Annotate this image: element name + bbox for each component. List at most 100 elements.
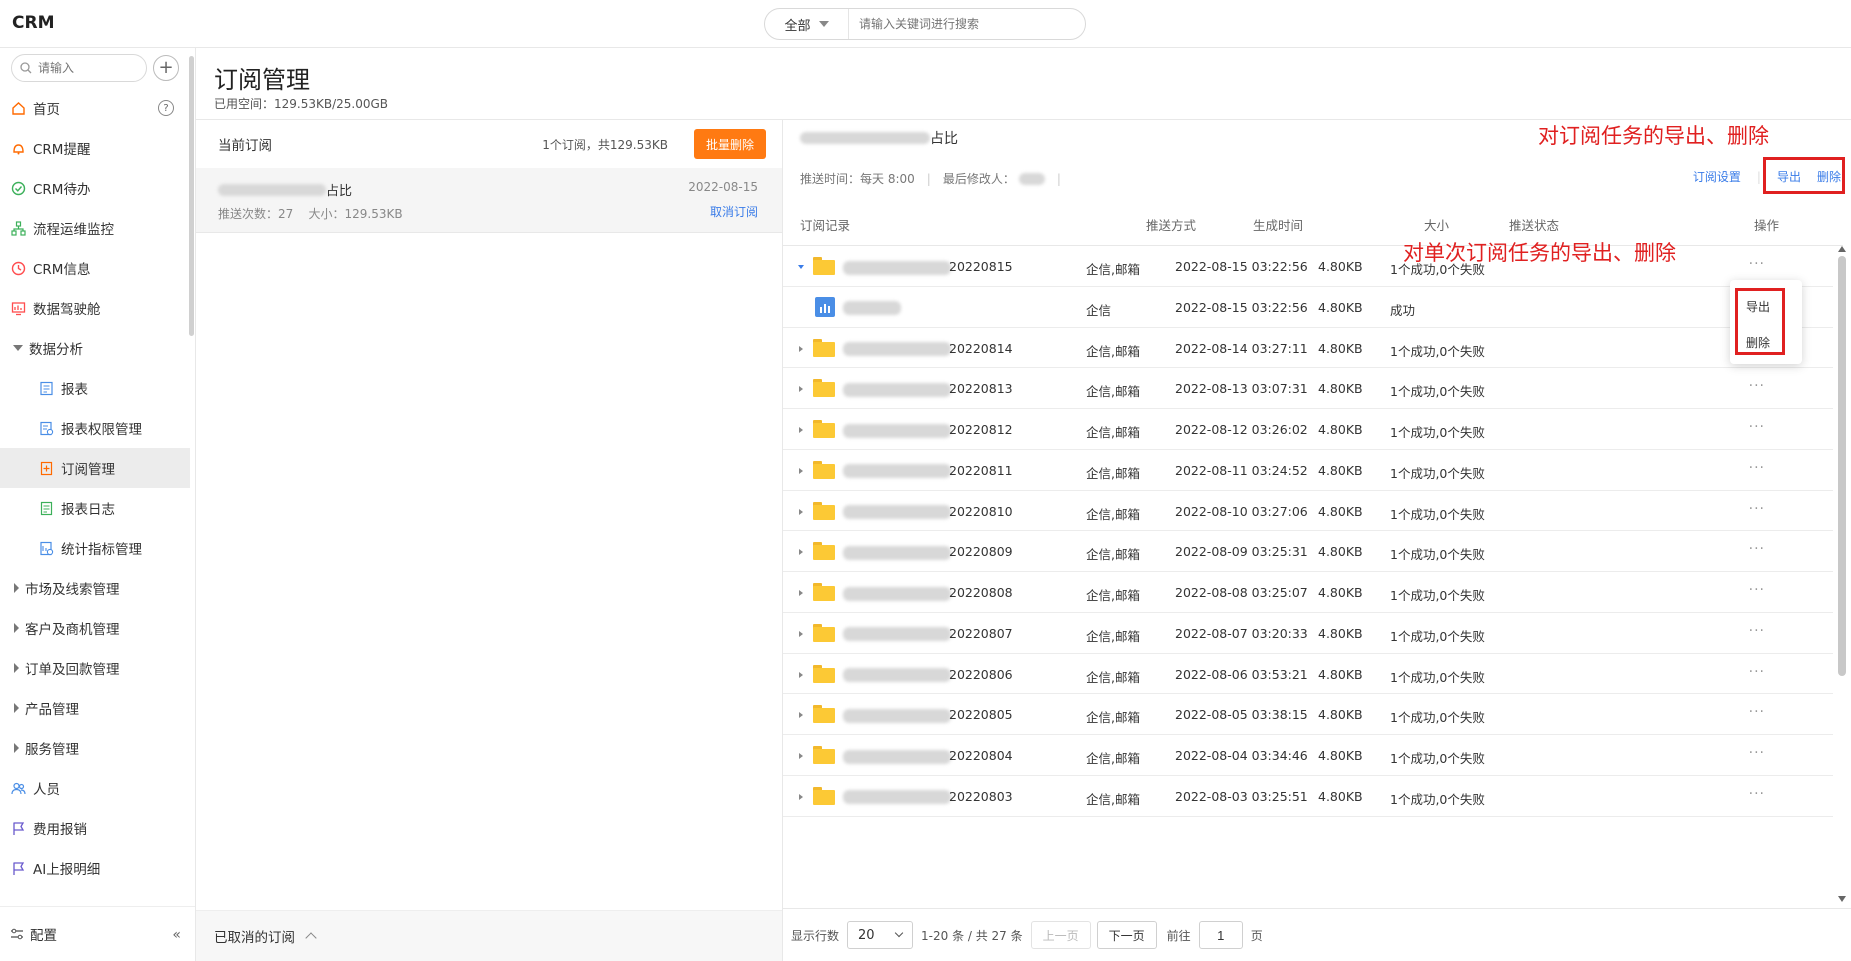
collapsed-arrow-icon[interactable] — [799, 590, 803, 596]
more-actions-icon[interactable]: ··· — [1749, 256, 1765, 272]
record-status: 1个成功,0个失败 — [1390, 710, 1485, 726]
search-scope-dropdown[interactable]: 全部 — [765, 9, 849, 39]
sidebar-item-20[interactable]: 积分激励明细 — [0, 888, 190, 898]
table-row[interactable]: 20220813 企信,邮箱 2022-08-13 03:07:31 4.80KB 1个… — [783, 368, 1833, 409]
more-actions-icon[interactable]: ··· — [1749, 582, 1765, 598]
table-row[interactable]: 20220806 企信,邮箱 2022-08-06 03:53:21 4.80KB 1个… — [783, 654, 1833, 695]
table-row[interactable]: 20220805 企信,邮箱 2022-08-05 03:38:15 4.80KB 1个… — [783, 694, 1833, 735]
more-actions-icon[interactable]: ··· — [1749, 786, 1765, 802]
sidebar-item-14[interactable]: 订单及回款管理 — [0, 648, 190, 688]
records-scrollbar[interactable] — [1835, 246, 1849, 908]
collapsed-arrow-icon[interactable] — [799, 508, 803, 515]
blurred-record-name — [843, 748, 951, 764]
subscription-card[interactable]: 占比 推送次数：27 大小：129.53KB 2022-08-15 取消订阅 — [196, 168, 782, 233]
cancelled-subscriptions-toggle[interactable]: 已取消的订阅 — [196, 910, 782, 961]
table-row[interactable]: 20220809 企信,邮箱 2022-08-09 03:25:31 4.80KB 1个… — [783, 531, 1833, 572]
sidebar-item-7[interactable]: 报表 — [0, 368, 190, 408]
next-page-button[interactable]: 下一页 — [1096, 921, 1157, 949]
sidebar-item-16[interactable]: 服务管理 — [0, 728, 190, 768]
sidebar-item-label: 服务管理 — [25, 742, 79, 758]
more-actions-icon[interactable]: ··· — [1749, 704, 1765, 720]
table-row[interactable]: 20220810 企信,邮箱 2022-08-10 03:27:06 4.80KB 1个… — [783, 491, 1833, 532]
collapsed-arrow-icon[interactable] — [799, 467, 803, 474]
sidebar-item-3[interactable]: 流程运维监控 — [0, 208, 190, 248]
sidebar-item-13[interactable]: 客户及商机管理 — [0, 608, 190, 648]
expanded-arrow-icon[interactable] — [798, 265, 804, 269]
record-status: 1个成功,0个失败 — [1390, 506, 1485, 522]
collapse-sidebar-icon[interactable]: « — [172, 927, 181, 943]
more-actions-icon[interactable]: ··· — [1749, 745, 1765, 761]
sidebar-item-5[interactable]: 数据驾驶舱 — [0, 288, 190, 328]
rows-per-page-select[interactable]: 20 — [847, 921, 914, 949]
sidebar-item-2[interactable]: CRM待办 — [0, 168, 190, 208]
scrollbar-thumb[interactable] — [1838, 256, 1846, 676]
goto-page-input[interactable] — [1198, 921, 1243, 949]
collapsed-arrow-icon[interactable] — [799, 386, 803, 393]
table-row[interactable]: 20220804 企信,邮箱 2022-08-04 03:34:46 4.80KB 1个… — [783, 735, 1833, 776]
add-button[interactable]: + — [153, 55, 179, 81]
blurred-record-name — [843, 707, 951, 723]
col-header-record: 订阅记录 — [800, 218, 851, 233]
sidebar-item-label: 人员 — [33, 782, 60, 798]
sidebar-item-label: 订阅管理 — [61, 462, 115, 478]
collapsed-arrow-icon[interactable] — [799, 427, 803, 433]
sidebar-item-8[interactable]: 报表权限管理 — [0, 408, 190, 448]
sidebar-item-10[interactable]: 报表日志 — [0, 488, 190, 528]
collapsed-arrow-icon[interactable] — [799, 345, 803, 352]
sidebar-item-1[interactable]: CRM提醒 — [0, 128, 190, 168]
more-actions-icon[interactable]: ··· — [1749, 501, 1765, 517]
record-method: 企信,邮箱 — [1086, 751, 1140, 766]
sidebar-item-6[interactable]: 数据分析 — [0, 328, 190, 368]
sidebar-item-19[interactable]: AI上报明细 — [0, 848, 190, 888]
collapsed-arrow-icon[interactable] — [799, 712, 803, 719]
sidebar-item-18[interactable]: 费用报销 — [0, 808, 190, 848]
collapsed-arrow-icon[interactable] — [799, 549, 803, 556]
help-icon[interactable]: ? — [158, 100, 174, 116]
search-input[interactable] — [849, 17, 1085, 31]
sidebar-item-17[interactable]: 人员 — [0, 768, 190, 808]
more-actions-icon[interactable]: ··· — [1749, 419, 1765, 435]
sidebar-item-12[interactable]: 市场及线索管理 — [0, 568, 190, 608]
sidebar-item-9[interactable]: 订阅管理 — [0, 448, 190, 488]
sidebar-search-input[interactable] — [38, 61, 138, 75]
table-row[interactable]: 20220811 企信,邮箱 2022-08-11 03:24:52 4.80KB 1个… — [783, 450, 1833, 491]
prev-page-button[interactable]: 上一页 — [1030, 921, 1091, 949]
more-actions-icon[interactable]: ··· — [1749, 460, 1765, 476]
record-status: 1个成功,0个失败 — [1390, 425, 1485, 440]
collapsed-arrow-icon — [14, 623, 19, 633]
scroll-up-icon[interactable] — [1838, 246, 1846, 252]
batch-delete-button[interactable]: 批量删除 — [694, 129, 766, 159]
record-status: 1个成功,0个失败 — [1390, 588, 1485, 603]
collapsed-arrow-icon[interactable] — [799, 793, 803, 800]
sidebar-footer-config[interactable]: 配置 « — [0, 906, 195, 961]
more-actions-icon[interactable]: ··· — [1749, 623, 1765, 639]
table-row[interactable]: 20220814 企信,邮箱 2022-08-14 03:27:11 4.80KB 1个… — [783, 328, 1833, 369]
more-actions-icon[interactable]: ··· — [1749, 378, 1765, 394]
collapsed-arrow-icon[interactable] — [799, 630, 803, 637]
table-row[interactable]: 企信2022-08-15 03:22:564.80KB成功··· — [783, 287, 1833, 328]
sidebar-scrollbar[interactable] — [189, 56, 194, 336]
table-row[interactable]: 20220808 企信,邮箱 2022-08-08 03:25:07 4.80KB 1个… — [783, 572, 1833, 613]
more-actions-icon[interactable]: ··· — [1749, 541, 1765, 557]
table-row[interactable]: 20220803 企信,邮箱 2022-08-03 03:25:51 4.80KB 1个… — [783, 776, 1833, 817]
sidebar-item-15[interactable]: 产品管理 — [0, 688, 190, 728]
table-row[interactable]: 20220812 企信,邮箱 2022-08-12 03:26:02 4.80KB 1个… — [783, 409, 1833, 450]
more-actions-icon[interactable]: ··· — [1749, 664, 1765, 680]
table-row[interactable]: 20220807 企信,邮箱 2022-08-07 03:20:33 4.80KB 1个… — [783, 613, 1833, 654]
subscription-name: 占比 — [218, 180, 352, 199]
collapsed-arrow-icon[interactable] — [799, 671, 803, 678]
scroll-down-icon[interactable] — [1838, 896, 1846, 902]
record-name: 20220810 — [949, 503, 1013, 519]
highlight-box-subscription-actions — [1763, 157, 1845, 194]
record-method: 企信,邮箱 — [1086, 262, 1140, 277]
blurred-record-name — [843, 259, 951, 275]
collapsed-arrow-icon[interactable] — [799, 753, 803, 759]
sidebar-item-4[interactable]: CRM信息 — [0, 248, 190, 288]
sidebar-item-11[interactable]: 统计指标管理 — [0, 528, 190, 568]
subscription-settings-link[interactable]: 订阅设置 — [1693, 168, 1741, 185]
folder-icon — [813, 583, 835, 601]
app-logo[interactable]: CRM — [12, 13, 54, 33]
cancel-subscription-link[interactable]: 取消订阅 — [710, 203, 758, 220]
sidebar-item-0[interactable]: 首页? — [0, 88, 190, 128]
storage-usage: 已用空间：129.53KB/25.00GB — [214, 97, 389, 111]
